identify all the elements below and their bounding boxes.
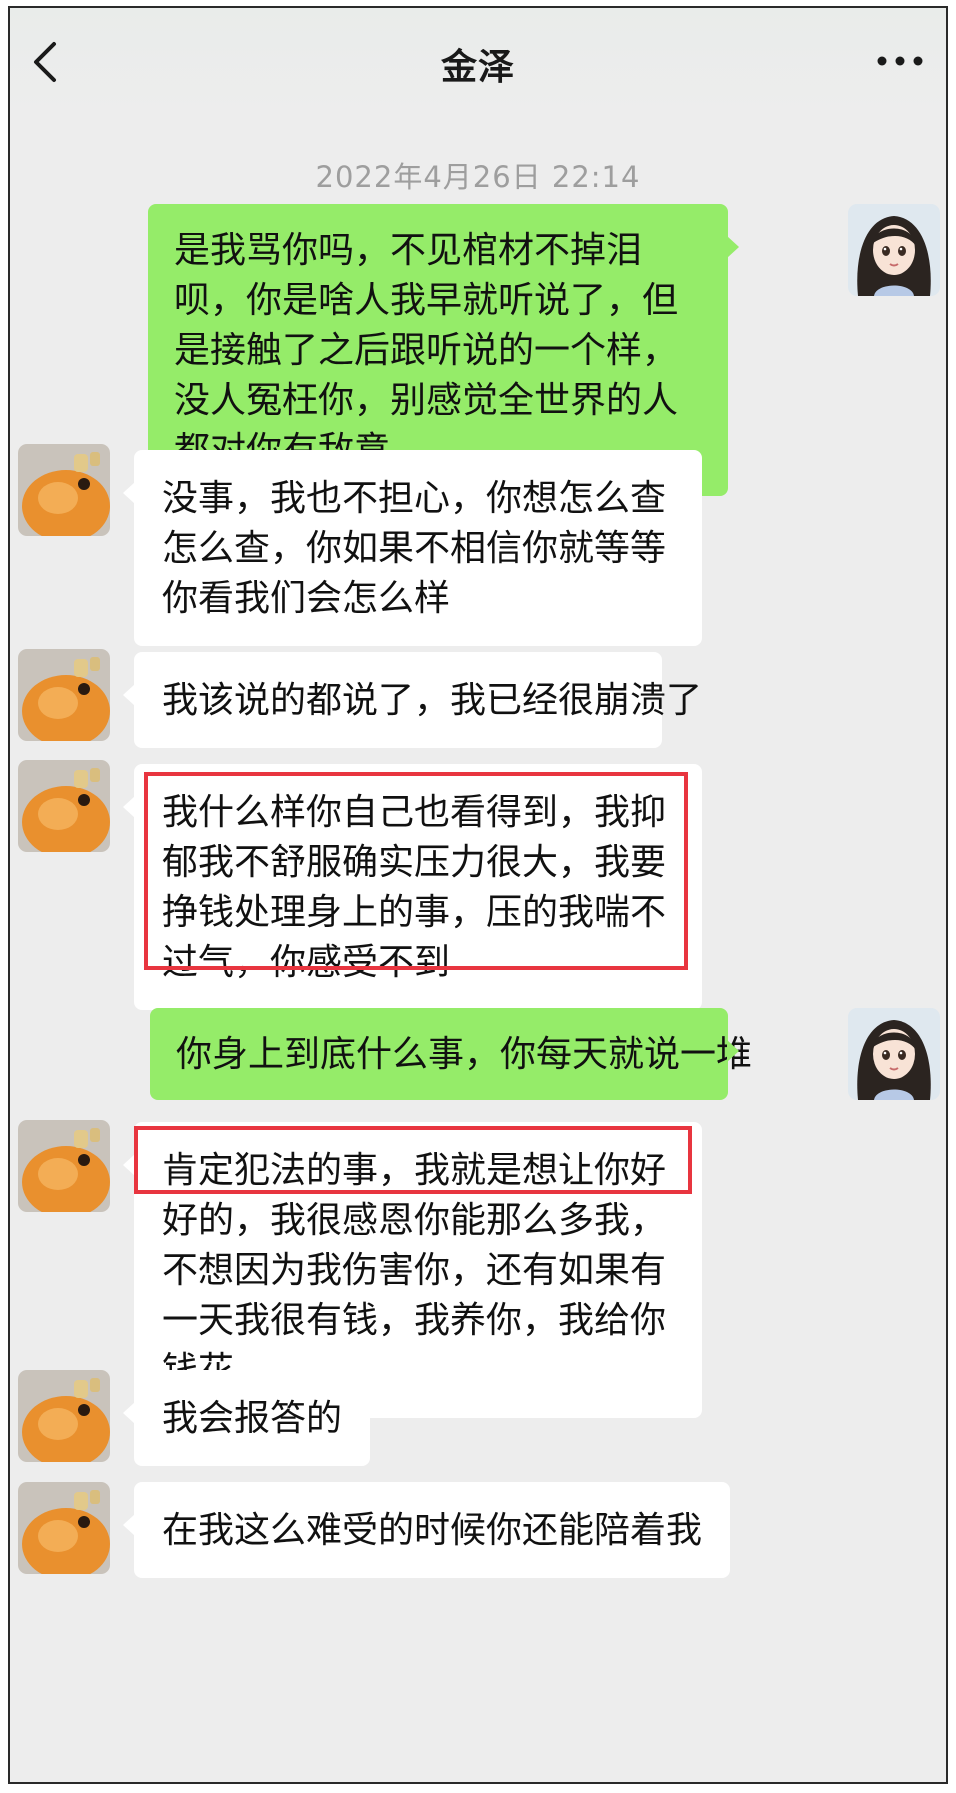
chat-title: 金泽 <box>440 47 515 88</box>
contact-avatar[interactable] <box>18 1370 110 1462</box>
chat-header: 金泽 <box>10 8 946 112</box>
chat-window: 金泽 2022年4月26日 22:14 是我骂你吗，不见棺材不掉泪呗，你是啥人我… <box>8 6 948 1784</box>
message-bubble-incoming[interactable]: 我该说的都说了，我已经很崩溃了 <box>123 652 702 748</box>
girl-avatar-icon <box>848 204 940 296</box>
cartoon-creature-avatar-icon <box>18 760 110 852</box>
message-bubble-incoming[interactable]: 我会报答的 <box>122 1370 371 1466</box>
cartoon-creature-avatar-icon <box>18 1482 110 1574</box>
more-dots-icon[interactable] <box>860 38 940 84</box>
contact-avatar[interactable] <box>18 760 110 852</box>
message-bubble-incoming[interactable]: 我什么样你自己也看得到，我抑郁我不舒服确实压力很大，我要挣钱处理身上的事，压的我… <box>123 764 702 1010</box>
message-bubble-outgoing[interactable]: 你身上到底什么事，你每天就说一堆 <box>150 1008 752 1100</box>
cartoon-creature-avatar-icon <box>18 1120 110 1212</box>
contact-avatar[interactable] <box>18 1482 110 1574</box>
cartoon-creature-avatar-icon <box>18 444 110 536</box>
contact-avatar[interactable] <box>18 1120 110 1212</box>
contact-avatar[interactable] <box>18 649 110 741</box>
cartoon-creature-avatar-icon <box>18 1370 110 1462</box>
self-avatar[interactable] <box>848 1008 940 1100</box>
cartoon-creature-avatar-icon <box>18 649 110 741</box>
message-timestamp: 2022年4月26日 22:14 <box>315 160 641 194</box>
message-bubble-incoming[interactable]: 没事，我也不担心，你想怎么查怎么查，你如果不相信你就等等你看我们会怎么样 <box>123 450 702 646</box>
girl-avatar-icon <box>848 1008 940 1100</box>
self-avatar[interactable] <box>848 204 940 296</box>
message-bubble-incoming[interactable]: 在我这么难受的时候你还能陪着我 <box>122 1482 731 1578</box>
contact-avatar[interactable] <box>18 444 110 536</box>
